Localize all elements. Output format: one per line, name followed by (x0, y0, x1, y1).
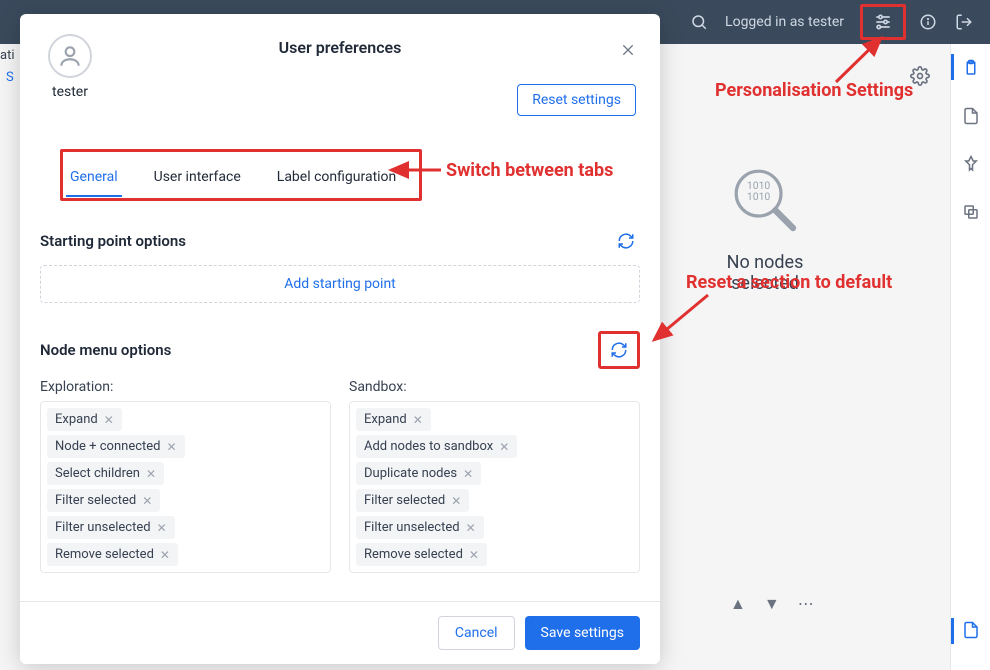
modal-footer: Cancel Save settings (20, 601, 660, 664)
save-button[interactable]: Save settings (525, 616, 640, 650)
chevron-up-icon[interactable]: ▲ (730, 594, 746, 614)
copy-icon[interactable] (959, 200, 983, 224)
exploration-label: Exploration: (40, 379, 331, 395)
chip-remove-icon[interactable]: ✕ (160, 548, 170, 562)
svg-text:1010: 1010 (747, 190, 771, 203)
reset-settings-button[interactable]: Reset settings (517, 84, 636, 116)
gear-icon[interactable] (906, 62, 934, 90)
chip-sandbox[interactable]: Add nodes to sandbox✕ (356, 435, 517, 458)
chip-exploration[interactable]: Select children✕ (47, 462, 164, 485)
tabs: General User interface Label configurati… (48, 159, 632, 195)
edge-text-ati: ati (0, 48, 15, 63)
modal-body: Starting point options Add starting poin… (20, 207, 660, 601)
tab-general[interactable]: General (66, 159, 122, 195)
chip-sandbox[interactable]: Filter selected✕ (356, 489, 469, 512)
add-starting-point-button[interactable]: Add starting point (40, 265, 640, 303)
panel-resize-controls: ▲ ▼ ⋯ (730, 594, 816, 614)
pin-icon[interactable] (959, 152, 983, 176)
avatar (48, 34, 92, 78)
sliders-icon[interactable] (860, 4, 906, 40)
document-bottom-icon[interactable] (959, 618, 983, 642)
no-nodes-placeholder: 1010 1010 No nodes selected (700, 160, 830, 294)
close-icon[interactable] (616, 38, 640, 62)
chip-remove-icon[interactable]: ✕ (167, 440, 177, 454)
modal-title: User preferences (48, 38, 632, 57)
chip-remove-icon[interactable]: ✕ (413, 413, 423, 427)
sandbox-chipbox: Expand✕ Add nodes to sandbox✕ Duplicate … (349, 401, 640, 573)
chip-sandbox[interactable]: Expand✕ (356, 408, 431, 431)
chip-remove-icon[interactable]: ✕ (157, 521, 167, 535)
chip-remove-icon[interactable]: ✕ (142, 494, 152, 508)
preferences-modal: tester User preferences Reset settings G… (20, 14, 660, 664)
logout-icon[interactable] (950, 8, 978, 36)
chip-exploration[interactable]: Filter unselected✕ (47, 516, 175, 539)
section-node-menu-title: Node menu options (40, 341, 171, 359)
chip-remove-icon[interactable]: ✕ (146, 467, 156, 481)
tab-user-interface[interactable]: User interface (150, 159, 245, 195)
edge-text-s: S (6, 70, 14, 85)
exploration-chipbox: Expand✕ Node + connected✕ Select childre… (40, 401, 331, 573)
annotation-personalisation: Personalisation Settings (715, 80, 913, 101)
chip-remove-icon[interactable]: ✕ (463, 467, 473, 481)
chip-exploration[interactable]: Remove selected✕ (47, 543, 178, 566)
chip-exploration[interactable]: Expand✕ (47, 408, 122, 431)
chip-exploration[interactable]: Filter selected✕ (47, 489, 160, 512)
no-nodes-text: No nodes selected (700, 252, 830, 294)
login-status: Logged in as tester (725, 14, 844, 30)
chip-sandbox[interactable]: Remove selected✕ (356, 543, 487, 566)
chip-exploration[interactable]: Node + connected✕ (47, 435, 185, 458)
chevron-down-icon[interactable]: ▼ (764, 594, 780, 614)
username: tester (52, 84, 88, 100)
chip-remove-icon[interactable]: ✕ (469, 548, 479, 562)
reset-section-node-menu-icon[interactable] (598, 331, 640, 369)
chip-sandbox[interactable]: Duplicate nodes✕ (356, 462, 481, 485)
reset-section-starting-icon[interactable] (612, 227, 640, 255)
dots-icon[interactable]: ⋯ (798, 594, 816, 614)
chip-remove-icon[interactable]: ✕ (104, 413, 114, 427)
chip-remove-icon[interactable]: ✕ (466, 521, 476, 535)
sandbox-label: Sandbox: (349, 379, 640, 395)
tab-label-configuration[interactable]: Label configuration (273, 159, 401, 195)
cancel-button[interactable]: Cancel (438, 616, 515, 650)
chip-remove-icon[interactable]: ✕ (499, 440, 509, 454)
section-starting-title: Starting point options (40, 232, 186, 250)
info-icon[interactable] (914, 8, 942, 36)
chip-sandbox[interactable]: Filter unselected✕ (356, 516, 484, 539)
clipboard-icon[interactable] (959, 56, 983, 80)
search-icon[interactable] (685, 8, 713, 36)
right-rail (950, 44, 990, 670)
chip-remove-icon[interactable]: ✕ (451, 494, 461, 508)
modal-header: tester User preferences Reset settings G… (20, 14, 660, 207)
document-icon[interactable] (959, 104, 983, 128)
